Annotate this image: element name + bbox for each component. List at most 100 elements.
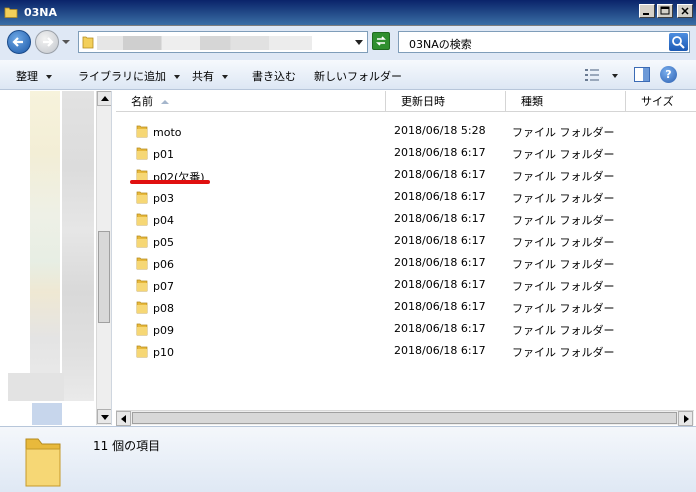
new-folder-button[interactable]: 新しいフォルダー (314, 68, 402, 84)
file-row[interactable]: p09 2018/06/18 6:17 ファイル フォルダー (116, 317, 696, 339)
blurred-tree (8, 373, 64, 401)
file-list: 名前 更新日時 種類 サイズ moto 2018/06/18 5:28 ファイル フ… (116, 91, 696, 410)
scroll-up-button[interactable] (97, 91, 111, 106)
back-arrow-icon (12, 37, 23, 47)
chevron-left-icon (121, 415, 126, 423)
file-name: p06 (153, 258, 174, 271)
back-button[interactable] (7, 30, 31, 54)
burn-button[interactable]: 書き込む (252, 68, 296, 84)
file-modified: 2018/06/18 6:17 (394, 300, 486, 313)
file-type: ファイル フォルダー (512, 280, 615, 293)
file-row[interactable]: p06 2018/06/18 6:17 ファイル フォルダー (116, 251, 696, 273)
scroll-thumb[interactable] (98, 231, 110, 323)
file-name-cell: p08 (136, 300, 174, 317)
file-name-cell: moto (136, 124, 182, 141)
horizontal-scrollbar[interactable] (116, 410, 694, 426)
scroll-down-button[interactable] (97, 409, 111, 424)
highlight-underline (130, 180, 210, 184)
refresh-button[interactable] (372, 32, 390, 50)
column-size[interactable]: サイズ (626, 91, 696, 112)
search-placeholder: 03NAの検索 (409, 38, 472, 51)
file-type: ファイル フォルダー (512, 346, 615, 359)
maximize-icon (660, 6, 670, 15)
file-type: ファイル フォルダー (512, 258, 615, 271)
scroll-left-button[interactable] (116, 411, 131, 426)
file-name-cell: p05 (136, 234, 174, 251)
folder-icon (136, 300, 148, 317)
command-bar: 整理 ライブラリに追加 共有 書き込む 新しいフォルダー ? (0, 60, 696, 90)
recent-pages-dropdown[interactable] (62, 40, 70, 44)
file-row[interactable]: p01 2018/06/18 6:17 ファイル フォルダー (116, 141, 696, 163)
folder-icon (136, 344, 148, 361)
views-dropdown[interactable] (612, 74, 618, 78)
preview-pane-icon[interactable] (634, 67, 650, 82)
file-modified: 2018/06/18 6:17 (394, 278, 486, 291)
file-name-cell: p04 (136, 212, 174, 229)
file-name-cell: p10 (136, 344, 174, 361)
chevron-up-icon (101, 96, 109, 101)
file-row[interactable]: p05 2018/06/18 6:17 ファイル フォルダー (116, 229, 696, 251)
folder-icon (136, 146, 148, 163)
file-modified: 2018/06/18 6:17 (394, 190, 486, 203)
column-name[interactable]: 名前 (116, 91, 386, 112)
column-modified[interactable]: 更新日時 (386, 91, 506, 112)
blurred-tree (62, 91, 94, 401)
item-count: 11 個の項目 (93, 439, 161, 453)
file-modified: 2018/06/18 6:17 (394, 234, 486, 247)
folder-icon (82, 35, 94, 52)
folder-icon (136, 234, 148, 251)
file-modified: 2018/06/18 6:17 (394, 146, 486, 159)
column-headers: 名前 更新日時 種類 サイズ (116, 91, 696, 112)
minimize-button[interactable] (639, 4, 655, 18)
file-row[interactable]: p07 2018/06/18 6:17 ファイル フォルダー (116, 273, 696, 295)
scroll-thumb[interactable] (132, 412, 677, 424)
search-icon (672, 36, 685, 49)
file-row[interactable]: p03 2018/06/18 6:17 ファイル フォルダー (116, 185, 696, 207)
file-row[interactable]: p10 2018/06/18 6:17 ファイル フォルダー (116, 339, 696, 361)
file-modified: 2018/06/18 6:17 (394, 344, 486, 357)
sort-ascending-icon (161, 100, 169, 104)
file-type: ファイル フォルダー (512, 148, 615, 161)
chevron-down-icon[interactable] (355, 40, 363, 45)
close-button[interactable] (677, 4, 693, 18)
file-row[interactable]: p08 2018/06/18 6:17 ファイル フォルダー (116, 295, 696, 317)
file-name: p09 (153, 324, 174, 337)
blurred-path (97, 36, 312, 50)
file-modified: 2018/06/18 6:17 (394, 256, 486, 269)
chevron-right-icon (684, 415, 689, 423)
folder-icon (136, 322, 148, 339)
forward-button[interactable] (35, 30, 59, 54)
file-row[interactable]: p04 2018/06/18 6:17 ファイル フォルダー (116, 207, 696, 229)
file-type: ファイル フォルダー (512, 170, 615, 183)
folder-icon (24, 431, 62, 492)
file-name-cell: p01 (136, 146, 174, 163)
blurred-tree (32, 403, 62, 425)
file-modified: 2018/06/18 6:17 (394, 212, 486, 225)
scroll-right-button[interactable] (678, 411, 693, 426)
minimize-icon (643, 13, 649, 15)
folder-icon (136, 278, 148, 295)
help-icon[interactable]: ? (660, 66, 677, 83)
organize-button[interactable]: 整理 (16, 68, 52, 84)
file-name-cell: p07 (136, 278, 174, 295)
add-to-library-button[interactable]: ライブラリに追加 (78, 68, 180, 84)
title-bar: 03NA (0, 0, 696, 26)
share-button[interactable]: 共有 (192, 68, 228, 84)
maximize-button[interactable] (657, 4, 673, 18)
chevron-down-icon (101, 415, 109, 420)
file-type: ファイル フォルダー (512, 302, 615, 315)
search-input[interactable]: 03NAの検索 (398, 31, 690, 53)
file-modified: 2018/06/18 6:17 (394, 168, 486, 181)
views-icon[interactable] (585, 69, 599, 81)
file-row[interactable]: moto 2018/06/18 5:28 ファイル フォルダー (116, 119, 696, 141)
file-name: p10 (153, 346, 174, 359)
address-bar: 03NAの検索 (0, 26, 696, 60)
address-path-field[interactable] (78, 31, 368, 53)
refresh-icon (376, 36, 386, 46)
details-pane: 11 個の項目 (0, 426, 696, 492)
file-name-cell: p06 (136, 256, 174, 273)
file-type: ファイル フォルダー (512, 236, 615, 249)
search-button[interactable] (669, 33, 688, 51)
nav-vertical-scrollbar[interactable] (96, 91, 111, 425)
column-type[interactable]: 種類 (506, 91, 626, 112)
